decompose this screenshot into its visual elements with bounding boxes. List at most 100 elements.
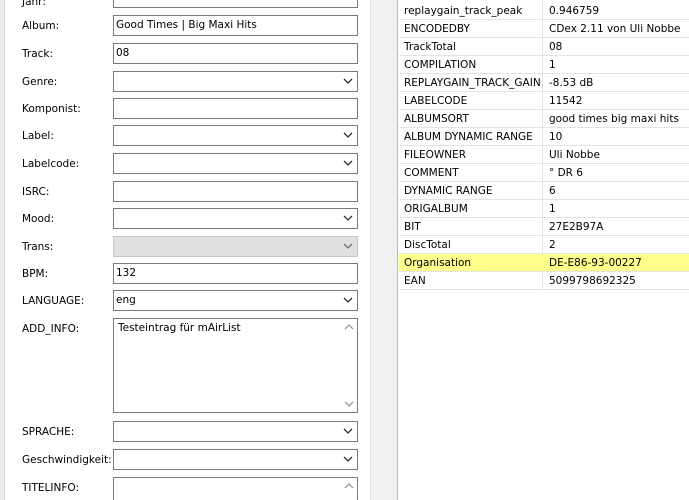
tag-key: EAN — [404, 275, 426, 287]
genre-combo[interactable] — [113, 71, 358, 92]
tag-key: Organisation — [404, 257, 472, 269]
tag-key: BIT — [404, 221, 421, 233]
tag-key: COMPILATION — [404, 59, 477, 71]
table-row-highlighted[interactable]: Organisation DE-E86-93-00227 — [399, 254, 689, 272]
geschwindigkeit-combo[interactable] — [113, 449, 358, 470]
tag-key: ALBUMSORT — [404, 113, 469, 125]
memo-scrollbar[interactable] — [341, 478, 357, 500]
tag-key: DiscTotal — [404, 239, 451, 251]
bpm-input[interactable]: 132 — [113, 263, 358, 284]
field-label-genre: Genre: — [22, 76, 58, 88]
chevron-down-icon[interactable] — [344, 400, 354, 408]
table-row[interactable]: LABELCODE 11542 — [399, 92, 689, 110]
titelinfo-memo[interactable] — [113, 477, 358, 500]
table-row[interactable]: ORIGALBUM 1 — [399, 200, 689, 218]
track-input[interactable]: 08 — [113, 43, 358, 64]
language-combo[interactable]: eng — [113, 290, 358, 311]
label-combo[interactable] — [113, 125, 358, 146]
tag-value: good times big maxi hits — [549, 113, 679, 125]
table-row[interactable]: EAN 5099798692325 — [399, 272, 689, 290]
album-value: Good Times | Big Maxi Hits — [116, 19, 257, 31]
isrc-input[interactable] — [113, 181, 358, 202]
chevron-up-icon[interactable] — [344, 323, 354, 331]
track-value: 08 — [116, 47, 130, 59]
bpm-value: 132 — [116, 267, 137, 279]
tag-value: 27E2B97A — [549, 221, 604, 233]
table-row[interactable]: replaygain_track_peak 0.946759 — [399, 2, 689, 20]
field-label-titelinfo: TITELINFO: — [22, 482, 80, 494]
splitter-divider — [397, 0, 398, 500]
tag-grid: replaygain_track_peak 0.946759 ENCODEDBY… — [399, 0, 689, 500]
tag-value: DE-E86-93-00227 — [549, 257, 642, 269]
tag-value: 1 — [549, 59, 556, 71]
tag-value: 2 — [549, 239, 556, 251]
tag-value: 0.946759 — [549, 5, 600, 17]
field-label-bpm: BPM: — [22, 268, 49, 280]
tag-value: 08 — [549, 41, 563, 53]
table-row[interactable]: ALBUM DYNAMIC RANGE 10 — [399, 128, 689, 146]
metadata-form-panel: Jahr: 1995 Album: Good Times | Big Maxi … — [0, 0, 387, 500]
tag-value: Uli Nobbe — [549, 149, 600, 161]
tag-value: 1 — [549, 203, 556, 215]
add-info-memo[interactable]: Testeintrag für mAirList — [113, 318, 358, 413]
chevron-down-icon[interactable] — [343, 427, 353, 435]
mood-combo[interactable] — [113, 208, 358, 229]
tag-value: 5099798692325 — [549, 275, 636, 287]
tag-key: TrackTotal — [404, 41, 456, 53]
table-row[interactable]: FILEOWNER Uli Nobbe — [399, 146, 689, 164]
table-row[interactable]: REPLAYGAIN_TRACK_GAIN -8.53 dB — [399, 74, 689, 92]
tag-value: 11542 — [549, 95, 583, 107]
language-value: eng — [116, 294, 136, 306]
table-row[interactable]: BIT 27E2B97A — [399, 218, 689, 236]
tag-key: COMMENT — [404, 167, 459, 179]
tag-key: ALBUM DYNAMIC RANGE — [404, 131, 533, 143]
jahr-value: 1995 — [116, 0, 143, 3]
trans-combo[interactable] — [113, 236, 358, 257]
chevron-down-icon[interactable] — [343, 296, 353, 304]
field-label-labelcode: Labelcode: — [22, 158, 80, 170]
memo-scrollbar[interactable] — [341, 319, 357, 412]
form-scrollbar[interactable] — [370, 0, 387, 500]
chevron-down-icon[interactable] — [343, 131, 353, 139]
tag-key: ORIGALBUM — [404, 203, 468, 215]
add-info-value: Testeintrag für mAirList — [118, 322, 241, 334]
chevron-down-icon[interactable] — [343, 214, 353, 222]
album-input[interactable]: Good Times | Big Maxi Hits — [113, 15, 358, 36]
table-row[interactable]: DiscTotal 2 — [399, 236, 689, 254]
field-label-isrc: ISRC: — [22, 186, 50, 198]
tag-value: CDex 2.11 von Uli Nobbe — [549, 23, 681, 35]
sprache-combo[interactable] — [113, 421, 358, 442]
field-label-mood: Mood: — [22, 213, 55, 225]
field-label-komponist: Komponist: — [22, 103, 81, 115]
table-row[interactable]: ALBUMSORT good times big maxi hits — [399, 110, 689, 128]
table-row[interactable]: COMMENT ° DR 6 — [399, 164, 689, 182]
table-row[interactable]: TrackTotal 08 — [399, 38, 689, 56]
tag-value: -8.53 dB — [549, 77, 594, 89]
tag-value: ° DR 6 — [549, 167, 583, 179]
table-row[interactable]: ENCODEDBY CDex 2.11 von Uli Nobbe — [399, 20, 689, 38]
chevron-up-icon[interactable] — [344, 482, 354, 490]
jahr-input[interactable]: 1995 — [113, 0, 358, 8]
field-label-geschwindigkeit: Geschwindigkeit: — [22, 454, 112, 466]
field-label-jahr: Jahr: — [22, 0, 46, 8]
komponist-input[interactable] — [113, 98, 358, 119]
field-label-add-info: ADD_INFO: — [22, 323, 80, 335]
table-row[interactable]: COMPILATION 1 — [399, 56, 689, 74]
table-row[interactable]: DYNAMIC RANGE 6 — [399, 182, 689, 200]
chevron-down-icon[interactable] — [343, 455, 353, 463]
chevron-down-icon — [343, 243, 353, 249]
tag-key: ENCODEDBY — [404, 23, 470, 35]
field-label-album: Album: — [22, 20, 60, 32]
tag-key: REPLAYGAIN_TRACK_GAIN — [404, 77, 541, 89]
labelcode-combo[interactable] — [113, 153, 358, 174]
tag-key: FILEOWNER — [404, 149, 467, 161]
tag-editor-window: Jahr: 1995 Album: Good Times | Big Maxi … — [0, 0, 689, 500]
field-label-sprache: SPRACHE: — [22, 426, 75, 438]
tag-value: 6 — [549, 185, 556, 197]
chevron-down-icon[interactable] — [343, 159, 353, 167]
field-label-trans: Trans: — [22, 241, 54, 253]
field-label-track: Track: — [22, 48, 54, 60]
tag-key: replaygain_track_peak — [404, 5, 523, 17]
chevron-down-icon[interactable] — [343, 77, 353, 85]
tag-key: DYNAMIC RANGE — [404, 185, 493, 197]
